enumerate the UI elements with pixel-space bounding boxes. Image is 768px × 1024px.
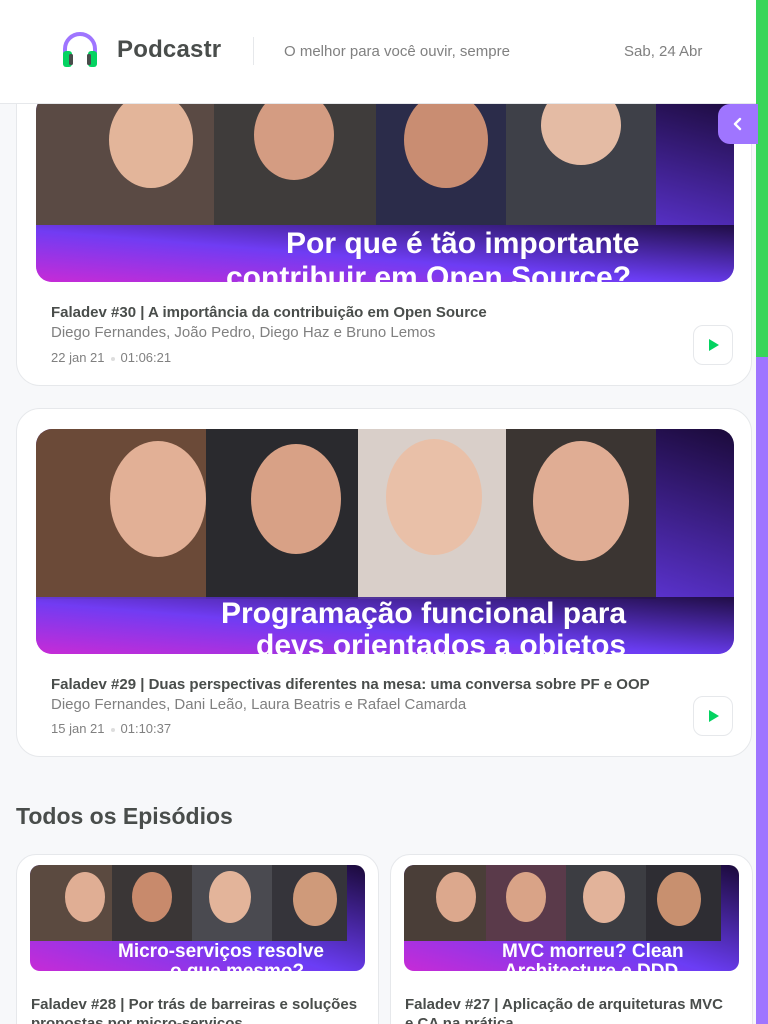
thumbnail-caption: Programação funcional para (221, 597, 627, 630)
header-divider (253, 37, 254, 65)
episode-thumbnail[interactable]: MVC morreu? Clean Architecture e DDD (404, 865, 739, 971)
latest-episode-card[interactable]: Programação funcional para devs orientad… (16, 408, 752, 757)
section-title-all-episodes: Todos os Episódios (16, 803, 233, 829)
thumbnail-caption: o que mesmo? (170, 961, 304, 971)
episode-date: 22 jan 21 (51, 350, 105, 365)
episode-title[interactable]: Faladev #29 | Duas perspectivas diferent… (51, 676, 650, 693)
play-icon (709, 710, 719, 722)
episode-thumbnail[interactable]: Micro-serviços resolve o que mesmo? (30, 865, 365, 971)
current-date: Sab, 24 Abr (624, 43, 703, 60)
episode-thumbnail[interactable]: Por que é tão importante contribuir em O… (36, 95, 734, 282)
brand-name: Podcastr (117, 36, 222, 63)
episode-card[interactable]: MVC morreu? Clean Architecture e DDD Fal… (390, 854, 753, 1024)
episode-card[interactable]: Micro-serviços resolve o que mesmo? Fala… (16, 854, 379, 1024)
play-button[interactable] (693, 696, 733, 736)
thumbnail-caption: contribuir em Open Source? (226, 261, 632, 282)
meta-separator (110, 356, 115, 361)
sidebar-toggle-button[interactable] (718, 104, 758, 144)
headphones-icon (63, 32, 97, 67)
thumbnail-caption: Por que é tão importante (286, 227, 640, 260)
header-tagline: O melhor para você ouvir, sempre (284, 43, 510, 60)
episode-members: Diego Fernandes, Dani Leão, Laura Beatri… (51, 696, 467, 713)
app-header: Podcastr O melhor para você ouvir, sempr… (0, 0, 756, 104)
latest-episode-card[interactable]: Por que é tão importante contribuir em O… (16, 70, 752, 386)
episode-title[interactable]: Faladev #28 | Por trás de barreiras e so… (31, 995, 361, 1024)
play-button[interactable] (693, 325, 733, 365)
thumbnail-caption: MVC morreu? Clean (502, 941, 684, 962)
episode-title[interactable]: Faladev #27 | Aplicação de arquiteturas … (405, 995, 735, 1024)
episode-meta: 15 jan 21 01:10:37 (51, 721, 171, 736)
episode-meta: 22 jan 21 01:06:21 (51, 350, 171, 365)
episode-duration: 01:06:21 (120, 350, 172, 365)
thumbnail-caption: devs orientados a objetos (256, 629, 627, 654)
thumbnail-caption: Architecture e DDD (504, 961, 678, 971)
thumbnail-caption: Micro-serviços resolve (118, 941, 324, 962)
episode-thumbnail[interactable]: Programação funcional para devs orientad… (36, 429, 734, 654)
scrollbar-thumb[interactable] (756, 0, 768, 357)
meta-separator (110, 727, 115, 732)
episode-date: 15 jan 21 (51, 721, 105, 736)
episode-title[interactable]: Faladev #30 | A importância da contribui… (51, 304, 487, 321)
chevron-left-icon (733, 117, 742, 131)
episode-duration: 01:10:37 (120, 721, 172, 736)
episode-members: Diego Fernandes, João Pedro, Diego Haz e… (51, 324, 436, 341)
play-icon (709, 339, 719, 351)
